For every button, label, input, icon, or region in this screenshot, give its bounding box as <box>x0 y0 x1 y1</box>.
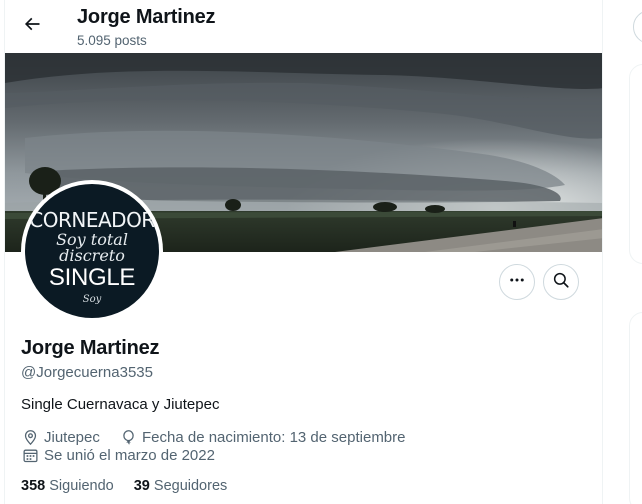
avatar-image: CORNEADOR Soy total discreto SINGLE Soy <box>25 184 159 318</box>
back-button[interactable] <box>15 9 49 43</box>
post-count: 5.095 posts <box>77 33 147 48</box>
profile-handle: @Jorgecuerna3535 <box>21 364 153 381</box>
right-sidebar <box>603 0 642 504</box>
following-count: 358 <box>21 478 46 494</box>
avatar[interactable]: CORNEADOR Soy total discreto SINGLE Soy <box>21 180 163 322</box>
profile-birthday: Fecha de nacimiento: 13 de septiembre <box>119 428 406 446</box>
birthday-text: Fecha de nacimiento: 13 de septiembre <box>142 428 406 446</box>
avatar-text-line3: discreto <box>59 246 125 265</box>
location-pin-icon <box>21 428 39 446</box>
profile-location: Jiutepec <box>21 428 100 446</box>
followers-link[interactable]: 39 Seguidores <box>134 478 228 494</box>
sidebar-card <box>629 312 642 504</box>
followers-label: Seguidores <box>153 478 228 494</box>
more-options-button[interactable] <box>499 264 535 300</box>
profile-bio: Single Cuernavaca y Jiutepec <box>21 396 220 413</box>
profile-header: Jorge Martinez 5.095 posts <box>5 0 602 53</box>
search-profile-button[interactable] <box>543 264 579 300</box>
followers-count: 39 <box>133 478 150 494</box>
profile-joined: Se unió el marzo de 2022 <box>21 446 215 464</box>
follow-stats: 358 Siguiendo 39 Seguidores <box>21 478 227 494</box>
sidebar-card <box>629 64 642 264</box>
profile-name: Jorge Martinez <box>21 337 160 359</box>
joined-text: Se unió el marzo de 2022 <box>44 446 215 464</box>
following-link[interactable]: 358 Siguiendo <box>21 478 114 494</box>
following-label: Siguiendo <box>49 478 114 494</box>
avatar-text-line4: SINGLE <box>48 264 136 291</box>
avatar-text-line1: CORNEADOR <box>29 208 155 232</box>
sidebar-search-box[interactable] <box>633 10 642 44</box>
more-dots-icon <box>508 271 526 294</box>
calendar-icon <box>21 446 39 464</box>
search-icon <box>552 271 570 294</box>
header-title: Jorge Martinez <box>77 6 216 28</box>
avatar-text-line5: Soy <box>82 294 102 305</box>
arrow-left-icon <box>22 14 42 39</box>
profile-column: Jorge Martinez 5.095 posts CORNEADOR Soy… <box>4 0 603 504</box>
balloon-icon <box>119 428 137 446</box>
location-text: Jiutepec <box>44 428 100 446</box>
